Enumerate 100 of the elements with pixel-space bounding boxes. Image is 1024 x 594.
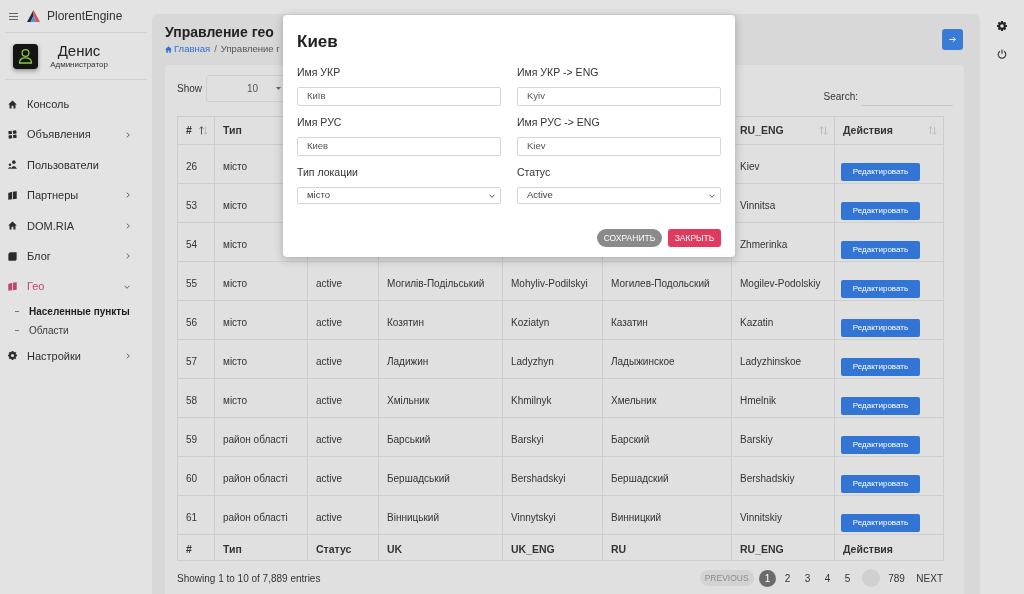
table-cell: місто: [223, 278, 248, 289]
chevron-down-icon: [709, 193, 715, 198]
search-label: Search:: [823, 89, 858, 104]
table-cell: 58: [186, 395, 198, 406]
entries-info: Showing 1 to 10 of 7,889 entries: [177, 571, 321, 586]
table-cell: Vinnytskyi: [511, 512, 556, 523]
table-cell: Vinnitskiy: [740, 512, 783, 523]
table-cell: місто: [223, 356, 248, 367]
edit-button[interactable]: Редактировать: [841, 436, 920, 454]
table-cell: Khmilnyk: [511, 395, 552, 406]
modal-title: Киев: [297, 31, 338, 53]
table-cell: 59: [186, 434, 198, 445]
table-cell: Mohyliv-Podilskyi: [511, 278, 588, 289]
table-cell: Barskyi: [511, 434, 544, 445]
edit-button[interactable]: Редактировать: [841, 163, 920, 181]
submenu-item[interactable]: Населенные пункты: [0, 301, 152, 322]
select-field[interactable]: Active: [517, 187, 721, 204]
book-icon: [8, 190, 17, 200]
column-footer: RU: [611, 542, 627, 555]
table-cell: Kazatin: [740, 317, 774, 328]
brand-name: PlorentEngine: [47, 8, 123, 25]
text-field[interactable]: Київ: [297, 87, 501, 106]
settings-icon[interactable]: [997, 21, 1007, 31]
table-cell: 53: [186, 200, 198, 211]
logo-icon: [27, 10, 40, 22]
next-button[interactable]: NEXT: [915, 570, 944, 586]
table-cell: Вінницький: [387, 512, 439, 523]
page-button[interactable]: 3: [799, 569, 817, 587]
table-cell: active: [316, 356, 343, 367]
breadcrumb-current: Управление г: [220, 43, 280, 55]
edit-button[interactable]: Редактировать: [841, 280, 920, 298]
table-cell: Бершадський: [387, 473, 450, 484]
text-field[interactable]: Киев: [297, 137, 501, 156]
forward-button[interactable]: [942, 29, 963, 50]
sidebar-item[interactable]: DOM.RIA: [0, 210, 152, 241]
gear-icon: [8, 351, 17, 361]
edit-button[interactable]: Редактировать: [841, 241, 920, 259]
table-cell: район області: [223, 434, 288, 445]
field-label: Имя УКР -> ENG: [517, 66, 599, 79]
table-cell: 26: [186, 161, 198, 172]
column-header[interactable]: #: [186, 122, 192, 139]
arrow-right-icon: [949, 36, 956, 43]
table-cell: Хмільник: [387, 395, 430, 406]
user-avatar-icon: [13, 43, 38, 69]
table-cell: Vinnitsa: [740, 200, 776, 211]
column-header[interactable]: Тип: [223, 122, 242, 139]
edit-button[interactable]: Редактировать: [841, 202, 920, 220]
table-cell: Барський: [387, 434, 431, 445]
table-cell: Ладижин: [387, 356, 429, 367]
page-button[interactable]: 1: [759, 569, 777, 587]
table-cell: місто: [223, 200, 248, 211]
close-button[interactable]: ЗАКРЫТЬ: [668, 229, 721, 247]
column-footer: RU_ENG: [740, 542, 784, 555]
edit-button[interactable]: Редактировать: [841, 397, 920, 415]
show-label: Show: [177, 82, 202, 96]
text-field[interactable]: Kyiv: [517, 87, 721, 106]
breadcrumb-link[interactable]: Главная: [174, 43, 211, 55]
submenu-item[interactable]: Области: [0, 321, 152, 341]
sidebar-item[interactable]: Партнеры: [0, 180, 152, 211]
field-label: Имя УКР: [297, 66, 341, 79]
users-icon: [8, 160, 17, 170]
column-footer: Статус: [316, 542, 352, 555]
sidebar-item[interactable]: Настройки: [0, 340, 152, 372]
sidebar-item[interactable]: Объявления: [0, 119, 152, 150]
table-cell: Могилев-Подольский: [611, 278, 710, 289]
text-field[interactable]: Kiev: [517, 137, 721, 156]
column-footer: #: [186, 542, 192, 555]
select-field[interactable]: місто: [297, 187, 501, 204]
table-cell: 61: [186, 512, 198, 523]
edit-button[interactable]: Редактировать: [841, 475, 920, 493]
edit-button[interactable]: Редактировать: [841, 358, 920, 376]
table-cell: Barskiy: [740, 434, 773, 445]
table-cell: Козятин: [387, 317, 424, 328]
edit-button[interactable]: Редактировать: [841, 319, 920, 337]
power-icon[interactable]: [997, 49, 1007, 59]
sidebar-item[interactable]: Гео: [0, 271, 152, 302]
page-button[interactable]: 2: [779, 569, 797, 587]
edit-button[interactable]: Редактировать: [841, 514, 920, 532]
table-cell: active: [316, 473, 343, 484]
field-label: Тип локации: [297, 166, 358, 179]
breadcrumb-separator: /: [214, 43, 217, 55]
sidebar-item[interactable]: Блог: [0, 240, 152, 272]
page-button[interactable]: 789: [885, 569, 908, 587]
sidebar-item[interactable]: Консоль: [0, 89, 152, 120]
book-icon: [8, 282, 17, 292]
page-button[interactable]: 5: [839, 569, 857, 587]
page-button[interactable]: 4: [819, 569, 837, 587]
sidebar-item[interactable]: Пользователи: [0, 149, 152, 181]
table-cell: місто: [223, 161, 248, 172]
menu-icon[interactable]: [9, 12, 18, 20]
table-cell: active: [316, 317, 343, 328]
table-cell: Ladyzhyn: [511, 356, 554, 367]
sort-icon[interactable]: [199, 126, 208, 135]
table-cell: Барский: [611, 434, 650, 445]
home-icon: [165, 45, 172, 53]
table-cell: місто: [223, 395, 248, 406]
column-footer: Тип: [223, 542, 242, 555]
table-cell: Hmelnik: [740, 395, 777, 406]
table-cell: Хмельник: [611, 395, 657, 406]
table-cell: Ladyzhinskoe: [740, 356, 802, 367]
